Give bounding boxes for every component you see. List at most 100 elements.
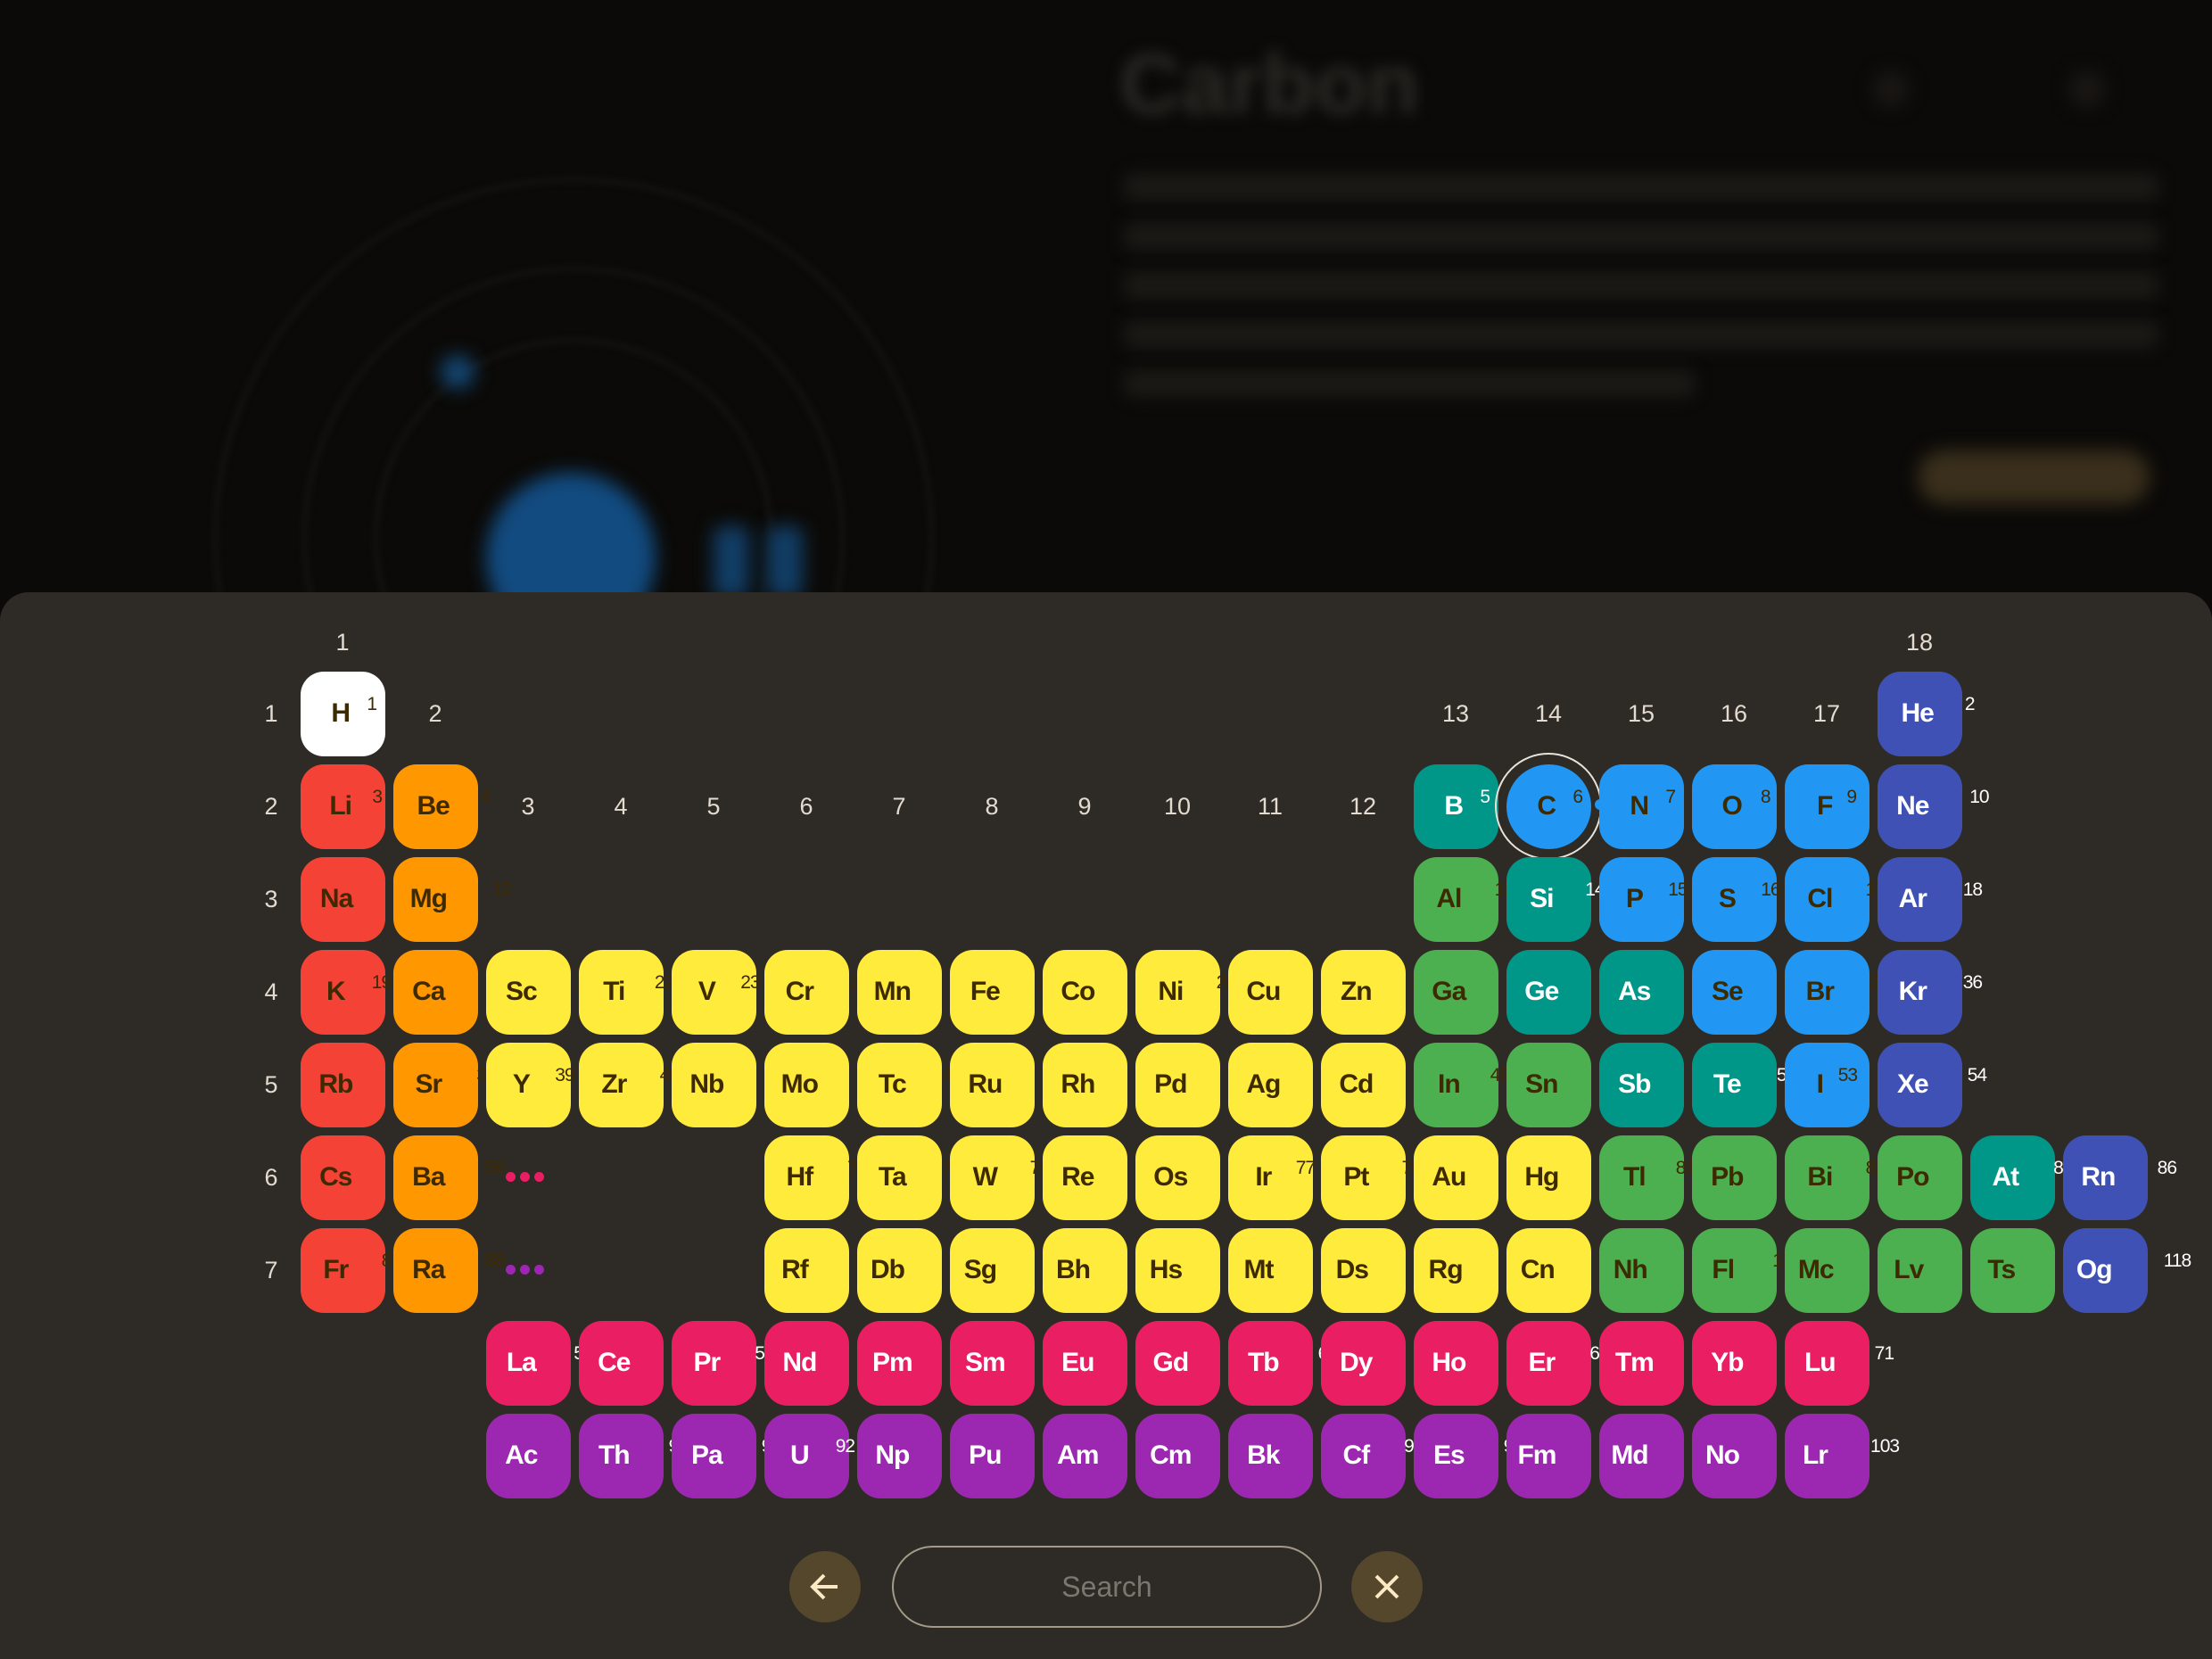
element-th[interactable]: Th90 [578, 1413, 689, 1498]
element-he[interactable]: He 2 [1877, 671, 1976, 756]
element-nh[interactable]: Nh113 [1598, 1227, 1726, 1313]
element-sm[interactable]: Sm62 [949, 1320, 1073, 1406]
element-ni[interactable]: Ni 28 [1135, 949, 1236, 1035]
element-ag[interactable]: Ag47 [1227, 1042, 1342, 1127]
search-input[interactable] [892, 1546, 1322, 1628]
element-ar[interactable]: Ar 18 [1877, 856, 1983, 942]
element-es[interactable]: Es99 [1413, 1413, 1523, 1498]
element-si[interactable]: Si 14 [1506, 856, 1605, 942]
element-k[interactable]: K 19 [300, 949, 392, 1035]
element-mt[interactable]: Mt109 [1227, 1227, 1350, 1313]
element-zr[interactable]: Zr 40 [578, 1042, 680, 1127]
element-na[interactable]: Na11 [300, 856, 410, 942]
element-mn[interactable]: Mn25 [856, 949, 976, 1035]
element-db[interactable]: Db105 [856, 1227, 986, 1313]
element-dy[interactable]: Dy66 [1320, 1320, 1433, 1406]
element-fm[interactable]: Fm100 [1506, 1413, 1642, 1498]
element-rh[interactable]: Rh45 [1042, 1042, 1157, 1127]
element-fr[interactable]: Fr 87 [300, 1227, 401, 1313]
element-tb[interactable]: Tb65 [1227, 1320, 1338, 1406]
element-lv[interactable]: Lv116 [1877, 1227, 1997, 1313]
element-tl[interactable]: Tl 81 [1598, 1135, 1696, 1220]
element-ne[interactable]: Ne 10 [1877, 763, 1990, 849]
element-fl[interactable]: Fl114 [1691, 1227, 1801, 1313]
element-pt[interactable]: Pt 78 [1320, 1135, 1422, 1220]
element-mc[interactable]: Mc115 [1784, 1227, 1913, 1313]
element-c[interactable]: C6 [1506, 763, 1591, 849]
element-md[interactable]: Md101 [1598, 1413, 1732, 1498]
element-bi[interactable]: Bi 83 [1784, 1135, 1886, 1220]
element-bh[interactable]: Bh107 [1042, 1227, 1171, 1313]
element-lr[interactable]: Lr 103 [1784, 1413, 1900, 1498]
element-ac[interactable]: Ac89 [485, 1413, 598, 1498]
element-ba[interactable]: Ba 56 [392, 1135, 506, 1220]
element-mo[interactable]: Mo42 [763, 1042, 883, 1127]
element-o[interactable]: O8 [1691, 763, 1777, 849]
element-ra[interactable]: Ra 88 [392, 1227, 506, 1313]
element-pb[interactable]: Pb82 [1691, 1135, 1804, 1220]
element-sc[interactable]: Sc21 [485, 949, 596, 1035]
close-button[interactable] [1351, 1551, 1423, 1622]
element-y[interactable]: Y 39 [485, 1042, 575, 1127]
lanthanide-placeholder-dots[interactable] [506, 1172, 544, 1182]
element-po[interactable]: Po84 [1877, 1135, 1990, 1220]
element-b[interactable]: B5 [1413, 763, 1498, 849]
element-am[interactable]: Am95 [1042, 1413, 1168, 1498]
element-hf[interactable]: Hf72 [763, 1135, 868, 1220]
element-ts[interactable]: Ts117 [1969, 1227, 2087, 1313]
element-cs[interactable]: Cs55 [300, 1135, 413, 1220]
element-cn[interactable]: Cn112 [1506, 1227, 1633, 1313]
element-n[interactable]: N7 [1598, 763, 1684, 849]
element-gd[interactable]: Gd64 [1135, 1320, 1252, 1406]
element-te[interactable]: Te52 [1691, 1042, 1796, 1127]
element-tc[interactable]: Tc43 [856, 1042, 962, 1127]
element-cm[interactable]: Cm96 [1135, 1413, 1261, 1498]
element-pm[interactable]: Pm61 [856, 1320, 980, 1406]
back-button[interactable] [789, 1551, 861, 1622]
element-w[interactable]: W 74 [949, 1135, 1050, 1220]
element-as[interactable]: As33 [1598, 949, 1712, 1035]
element-kr[interactable]: Kr 36 [1877, 949, 1983, 1035]
element-sn[interactable]: Sn50 [1506, 1042, 1619, 1127]
element-hg[interactable]: Hg80 [1506, 1135, 1621, 1220]
element-ce[interactable]: Ce58 [578, 1320, 691, 1406]
element-rn[interactable]: Rn 86 [2062, 1135, 2177, 1220]
element-i[interactable]: I 53 [1784, 1042, 1869, 1127]
element-zn[interactable]: Zn30 [1320, 949, 1431, 1035]
element-eu[interactable]: Eu63 [1042, 1320, 1155, 1406]
element-in[interactable]: In 49 [1413, 1042, 1510, 1127]
element-au[interactable]: Au79 [1413, 1135, 1528, 1220]
element-ho[interactable]: Ho67 [1413, 1320, 1528, 1406]
element-ds[interactable]: Ds110 [1320, 1227, 1445, 1313]
element-xe[interactable]: Xe 54 [1877, 1042, 1987, 1127]
element-ga[interactable]: Ga31 [1413, 949, 1528, 1035]
element-cf[interactable]: Cf98 [1320, 1413, 1424, 1498]
element-rb[interactable]: Rb37 [300, 1042, 415, 1127]
element-ge[interactable]: Ge32 [1506, 949, 1621, 1035]
element-s[interactable]: S 16 [1691, 856, 1781, 942]
element-og[interactable]: Og 118 [2062, 1227, 2191, 1313]
element-pa[interactable]: Pa91 [671, 1413, 781, 1498]
element-ti[interactable]: Ti 22 [578, 949, 674, 1035]
element-p[interactable]: P 15 [1598, 856, 1688, 942]
element-co[interactable]: Co27 [1042, 949, 1157, 1035]
element-yb[interactable]: Yb70 [1691, 1320, 1804, 1406]
element-pd[interactable]: Pd46 [1135, 1042, 1248, 1127]
element-at[interactable]: At85 [1969, 1135, 2074, 1220]
element-ca[interactable]: Ca20 [392, 949, 506, 1035]
element-os[interactable]: Os76 [1135, 1135, 1250, 1220]
element-li[interactable]: Li 3 [300, 763, 385, 849]
element-cr[interactable]: Cr24 [763, 949, 870, 1035]
element-re[interactable]: Re75 [1042, 1135, 1155, 1220]
actinide-placeholder-dots[interactable] [506, 1265, 544, 1275]
element-cd[interactable]: Cd48 [1320, 1042, 1435, 1127]
element-h[interactable]: H1 [300, 671, 385, 756]
element-pu[interactable]: Pu94 [949, 1413, 1062, 1498]
element-ir[interactable]: Ir 77 [1227, 1135, 1316, 1220]
element-se[interactable]: Se34 [1691, 949, 1802, 1035]
element-nd[interactable]: Nd60 [763, 1320, 879, 1406]
element-u[interactable]: U 92 [763, 1413, 855, 1498]
element-tm[interactable]: Tm69 [1598, 1320, 1721, 1406]
element-lu[interactable]: Lu 71 [1784, 1320, 1894, 1406]
element-bk[interactable]: Bk97 [1227, 1413, 1341, 1498]
